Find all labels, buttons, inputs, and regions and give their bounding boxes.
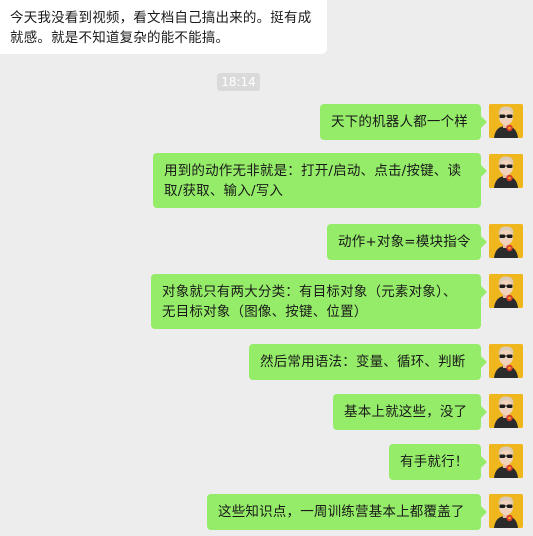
message-text: 基本上就这些，没了 <box>344 404 468 420</box>
outgoing-message-bubble[interactable]: 天下的机器人都一个样 <box>320 104 487 140</box>
person-avatar-icon <box>489 444 523 478</box>
message-text: 这些知识点，一周训练营基本上都覆盖了 <box>218 504 465 520</box>
person-avatar-icon <box>489 494 523 528</box>
person-avatar-icon <box>489 274 523 308</box>
message-text: 用到的动作无非就是：打开/启动、点击/按键、读 取/获取、输入/写入 <box>164 163 462 199</box>
message-text: 天下的机器人都一个样 <box>331 114 468 130</box>
message-text: 有手就行！ <box>400 454 469 470</box>
outgoing-message-bubble[interactable]: 然后常用语法：变量、循环、判断 <box>249 344 487 380</box>
user-avatar[interactable] <box>489 394 523 428</box>
person-avatar-icon <box>489 104 523 138</box>
chat-message-area: 今天我没看到视频，看文档自己搞出来的。挺有成 就感。就是不知道复杂的能不能搞。 … <box>0 0 533 536</box>
outgoing-message-bubble[interactable]: 对象就只有两大分类：有目标对象（元素对象）、 无目标对象（图像、按键、位置） <box>151 274 487 329</box>
outgoing-message-bubble[interactable]: 基本上就这些，没了 <box>333 394 487 430</box>
person-avatar-icon <box>489 224 523 258</box>
person-avatar-icon <box>489 154 523 188</box>
person-avatar-icon <box>489 344 523 378</box>
person-avatar-icon <box>489 394 523 428</box>
user-avatar[interactable] <box>489 274 523 308</box>
message-text: 对象就只有两大分类：有目标对象（元素对象）、 无目标对象（图像、按键、位置） <box>162 284 457 320</box>
outgoing-message-bubble[interactable]: 动作+对象=模块指令 <box>327 224 487 260</box>
outgoing-message-bubble[interactable]: 用到的动作无非就是：打开/启动、点击/按键、读 取/获取、输入/写入 <box>153 153 487 208</box>
message-timestamp: 18:14 <box>217 73 260 91</box>
message-text: 然后常用语法：变量、循环、判断 <box>260 354 466 370</box>
outgoing-message-bubble[interactable]: 这些知识点，一周训练营基本上都覆盖了 <box>207 494 487 530</box>
user-avatar[interactable] <box>489 344 523 378</box>
user-avatar[interactable] <box>489 154 523 188</box>
user-avatar[interactable] <box>489 494 523 528</box>
incoming-message-bubble[interactable]: 今天我没看到视频，看文档自己搞出来的。挺有成 就感。就是不知道复杂的能不能搞。 <box>0 0 327 54</box>
user-avatar[interactable] <box>489 224 523 258</box>
user-avatar[interactable] <box>489 444 523 478</box>
message-text: 动作+对象=模块指令 <box>338 234 471 250</box>
user-avatar[interactable] <box>489 104 523 138</box>
outgoing-message-bubble[interactable]: 有手就行！ <box>389 444 487 480</box>
